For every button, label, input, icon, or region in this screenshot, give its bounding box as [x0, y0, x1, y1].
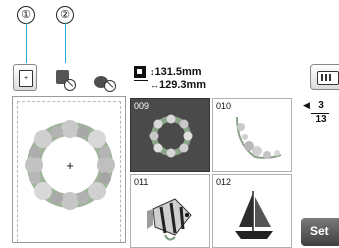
tile-number: 011 — [134, 177, 149, 187]
callout-1: ① — [17, 6, 35, 24]
set-button[interactable]: Set — [301, 218, 339, 246]
page-up-arrow-icon[interactable]: ◀ — [303, 100, 310, 111]
pattern-height: ↕131.5mm — [150, 66, 202, 78]
frame-icon: + — [19, 70, 33, 87]
wreath-preview-icon: + — [25, 120, 115, 210]
callout-2-leader — [65, 23, 66, 63]
presser-foot-button[interactable] — [310, 64, 339, 90]
callout-2: ② — [56, 6, 74, 24]
sailboat-icon — [235, 191, 273, 239]
callout-1-leader — [26, 23, 27, 63]
svg-text:+: + — [66, 158, 74, 173]
tile-number: 012 — [216, 177, 232, 187]
thread-trim-icon[interactable] — [55, 70, 77, 92]
page-current: 3 — [318, 100, 324, 111]
machine-icon — [317, 71, 339, 85]
pattern-size-icon — [134, 66, 146, 78]
fish-icon — [147, 198, 192, 241]
tile-number: 010 — [216, 101, 232, 111]
color-sort-icon[interactable] — [94, 74, 116, 92]
pattern-width: ↔129.3mm — [150, 79, 207, 91]
pattern-tile-009[interactable]: 009 — [130, 98, 210, 172]
pattern-tile-011[interactable]: 011 — [130, 174, 210, 248]
page-total: 13 — [315, 114, 327, 125]
width-arrow-icon — [134, 80, 148, 81]
flower-wreath-icon — [149, 114, 193, 158]
embroidery-frame-button[interactable]: + — [13, 64, 37, 91]
floral-corner-icon — [236, 116, 282, 159]
pattern-tile-010[interactable]: 010 — [212, 98, 292, 172]
tile-number: 009 — [134, 101, 150, 111]
pattern-preview-panel: + — [12, 96, 126, 243]
pattern-tile-012[interactable]: 012 — [212, 174, 292, 248]
